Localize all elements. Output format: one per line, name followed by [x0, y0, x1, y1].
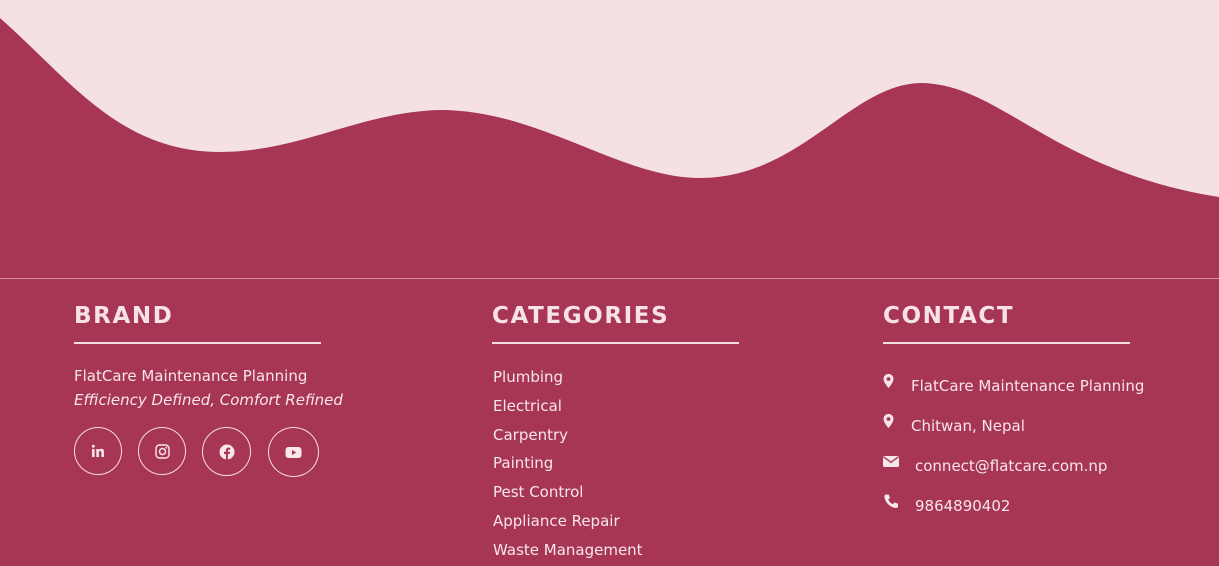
- contact-item-company: FlatCare Maintenance Planning: [883, 374, 1203, 398]
- contact-address-text: Chitwan, Nepal: [911, 417, 1025, 435]
- contact-item-address: Chitwan, Nepal: [883, 414, 1203, 438]
- instagram-button[interactable]: [138, 427, 186, 475]
- category-link-plumbing[interactable]: Plumbing: [493, 363, 792, 392]
- categories-column: CATEGORIES Plumbing Electrical Carpentry…: [492, 300, 792, 565]
- contact-item-phone[interactable]: 9864890402: [883, 494, 1203, 518]
- category-link-pest-control[interactable]: Pest Control: [493, 478, 792, 507]
- linkedin-icon: [91, 444, 104, 457]
- contact-heading-underline: [883, 342, 1130, 344]
- category-link-appliance-repair[interactable]: Appliance Repair: [493, 507, 792, 536]
- linkedin-button[interactable]: [74, 427, 122, 475]
- categories-heading: CATEGORIES: [492, 303, 670, 329]
- facebook-button[interactable]: [202, 427, 251, 476]
- brand-tagline: Efficiency Defined, Comfort Refined: [74, 391, 343, 409]
- facebook-icon: [219, 444, 234, 460]
- youtube-icon: [285, 446, 302, 458]
- instagram-icon: [154, 443, 170, 459]
- category-link-painting[interactable]: Painting: [493, 449, 792, 478]
- brand-column: BRAND FlatCare Maintenance Planning Effi…: [74, 300, 374, 477]
- brand-name: FlatCare Maintenance Planning: [74, 367, 308, 385]
- phone-icon: [884, 494, 898, 508]
- decorative-wave: [0, 0, 1219, 278]
- brand-heading: BRAND: [74, 303, 174, 329]
- footer-divider: [0, 278, 1219, 279]
- map-marker-icon: [883, 414, 894, 428]
- contact-item-email[interactable]: connect@flatcare.com.np: [883, 454, 1203, 478]
- contact-company-text: FlatCare Maintenance Planning: [911, 377, 1145, 395]
- youtube-button[interactable]: [268, 427, 319, 477]
- contact-phone-link[interactable]: 9864890402: [915, 495, 1010, 517]
- contact-column: CONTACT FlatCare Maintenance Planning Ch…: [883, 300, 1203, 515]
- category-link-carpentry[interactable]: Carpentry: [493, 421, 792, 450]
- categories-list: Plumbing Electrical Carpentry Painting P…: [493, 363, 792, 565]
- brand-heading-underline: [74, 342, 321, 344]
- map-marker-icon: [883, 374, 894, 388]
- category-link-waste-management[interactable]: Waste Management: [493, 536, 792, 565]
- categories-heading-underline: [492, 342, 739, 344]
- category-link-electrical[interactable]: Electrical: [493, 392, 792, 421]
- contact-email-link[interactable]: connect@flatcare.com.np: [915, 455, 1107, 477]
- social-links: [74, 427, 334, 477]
- footer-page: BRAND FlatCare Maintenance Planning Effi…: [0, 0, 1219, 566]
- contact-heading: CONTACT: [883, 303, 1015, 329]
- envelope-icon: [883, 456, 899, 467]
